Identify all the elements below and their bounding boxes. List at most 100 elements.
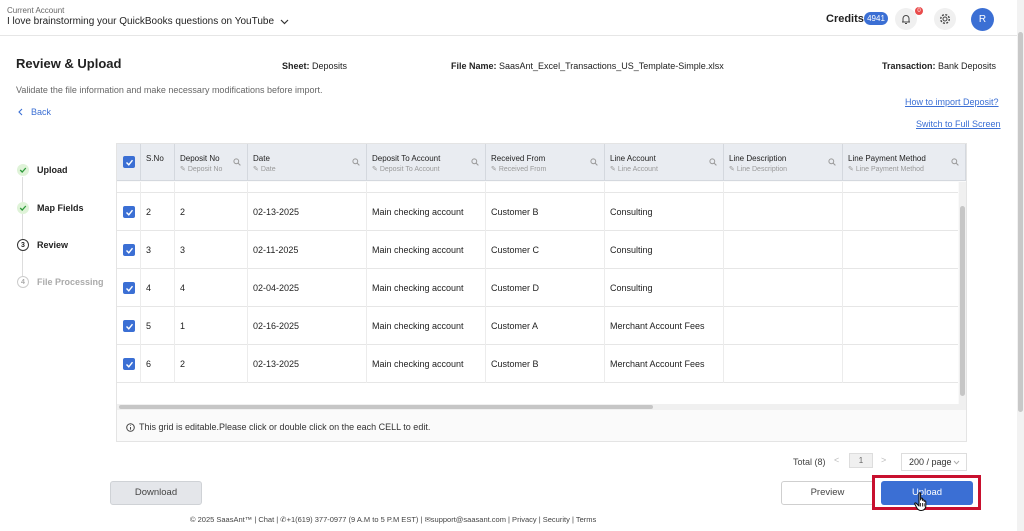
grid-vertical-scrollbar-thumb[interactable] [960, 206, 965, 396]
grid-cell[interactable]: 2 [175, 345, 248, 383]
grid-cell[interactable] [724, 193, 843, 231]
page-size-select[interactable]: 200 / page [901, 453, 967, 471]
search-icon[interactable] [828, 158, 836, 166]
grid-cell[interactable] [724, 345, 843, 383]
column-filter-placeholder[interactable]: ✎ Line Payment Method [848, 165, 965, 173]
grid-cell[interactable]: 1 [175, 182, 248, 193]
grid-cell[interactable] [843, 269, 958, 307]
grid-cell[interactable] [843, 345, 958, 383]
grid-cell[interactable] [724, 182, 843, 193]
grid-cell[interactable]: 6 [141, 345, 175, 383]
grid-cell[interactable] [724, 307, 843, 345]
preview-button[interactable]: Preview [781, 481, 874, 505]
account-selector[interactable]: I love brainstorming your QuickBooks que… [7, 16, 289, 27]
page-scrollbar[interactable] [1017, 0, 1024, 531]
grid-cell[interactable]: Customer D [486, 269, 605, 307]
search-icon[interactable] [233, 158, 241, 166]
grid-cell[interactable]: 5 [141, 307, 175, 345]
column-header[interactable]: S.No [141, 144, 175, 181]
grid-cell[interactable]: Consulting [605, 231, 724, 269]
full-screen-link[interactable]: Switch to Full Screen [916, 119, 1001, 129]
column-filter-placeholder[interactable]: ✎ Deposit To Account [372, 165, 485, 173]
grid-cell[interactable] [843, 193, 958, 231]
grid-cell[interactable] [843, 231, 958, 269]
page-scrollbar-thumb[interactable] [1018, 32, 1023, 412]
row-checkbox[interactable] [123, 206, 135, 218]
grid-cell[interactable]: 4 [175, 269, 248, 307]
grid-cell[interactable]: Customer B [486, 345, 605, 383]
row-checkbox-cell[interactable] [117, 182, 141, 193]
search-icon[interactable] [471, 158, 479, 166]
page-number-button[interactable]: 1 [849, 453, 873, 468]
settings-button[interactable] [934, 8, 956, 30]
row-checkbox-cell[interactable] [117, 345, 141, 383]
grid-cell[interactable]: Consulting [605, 193, 724, 231]
avatar[interactable]: R [971, 8, 994, 31]
grid-cell[interactable]: 3 [175, 231, 248, 269]
grid-cell[interactable]: 02-16-2025 [248, 307, 367, 345]
grid-cell[interactable]: Consulting [605, 269, 724, 307]
row-checkbox-cell[interactable] [117, 269, 141, 307]
grid-cell[interactable]: 1 [175, 307, 248, 345]
column-header[interactable]: Deposit To Account ✎ Deposit To Account [367, 144, 486, 181]
grid-cell[interactable] [843, 307, 958, 345]
grid-horizontal-scrollbar[interactable] [117, 404, 966, 410]
row-checkbox[interactable] [123, 358, 135, 370]
grid-cell[interactable]: 2 [175, 193, 248, 231]
how-to-import-link[interactable]: How to import Deposit? [905, 97, 999, 107]
column-filter-placeholder[interactable]: ✎ Line Account [610, 165, 723, 173]
column-header[interactable]: Line Account ✎ Line Account [605, 144, 724, 181]
grid-cell[interactable]: Consulting [605, 182, 724, 193]
download-button[interactable]: Download [110, 481, 202, 505]
grid-cell[interactable]: 02-04-2025 [248, 269, 367, 307]
grid-cell[interactable]: 02-16-2025 [248, 182, 367, 193]
grid-horizontal-scrollbar-thumb[interactable] [119, 405, 653, 409]
column-filter-placeholder[interactable]: ✎ Deposit No [180, 165, 247, 173]
grid-cell[interactable]: 02-13-2025 [248, 345, 367, 383]
grid-cell[interactable]: 4 [141, 269, 175, 307]
grid-cell[interactable]: Main checking account [367, 307, 486, 345]
row-checkbox-cell[interactable] [117, 231, 141, 269]
row-checkbox-cell[interactable] [117, 307, 141, 345]
grid-cell[interactable]: Main checking account [367, 231, 486, 269]
select-all-checkbox-cell[interactable] [117, 144, 141, 181]
row-checkbox[interactable] [123, 320, 135, 332]
grid-cell[interactable]: Main checking account [367, 345, 486, 383]
prev-page-button[interactable]: < [834, 455, 839, 465]
grid-vertical-scrollbar[interactable] [959, 182, 966, 404]
grid-cell[interactable]: Customer C [486, 231, 605, 269]
column-header[interactable]: Received From ✎ Received From [486, 144, 605, 181]
select-all-checkbox[interactable] [123, 156, 135, 168]
grid-cell[interactable]: Customer B [486, 193, 605, 231]
grid-cell[interactable]: 02-11-2025 [248, 231, 367, 269]
grid-cell[interactable]: 02-13-2025 [248, 193, 367, 231]
grid-cell[interactable] [843, 182, 958, 193]
search-icon[interactable] [352, 158, 360, 166]
notifications-button[interactable] [895, 8, 917, 30]
grid-cell[interactable]: Main checking account [367, 182, 486, 193]
search-icon[interactable] [709, 158, 717, 166]
row-checkbox-cell[interactable] [117, 193, 141, 231]
grid-cell[interactable]: Main checking account [367, 269, 486, 307]
grid-cell[interactable]: Customer A [486, 182, 605, 193]
column-filter-placeholder[interactable]: ✎ Line Description [729, 165, 842, 173]
grid-cell[interactable]: 3 [141, 231, 175, 269]
next-page-button[interactable]: > [881, 455, 886, 465]
column-filter-placeholder[interactable]: ✎ Received From [491, 165, 604, 173]
grid-cell[interactable]: 2 [141, 193, 175, 231]
row-checkbox[interactable] [123, 244, 135, 256]
grid-cell[interactable] [724, 231, 843, 269]
grid-cell[interactable]: 1 [141, 182, 175, 193]
column-filter-placeholder[interactable]: ✎ Date [253, 165, 366, 173]
back-button[interactable]: Back [18, 107, 51, 117]
grid-cell[interactable]: Merchant Account Fees [605, 307, 724, 345]
grid-cell[interactable]: Customer A [486, 307, 605, 345]
grid-cell[interactable]: Main checking account [367, 193, 486, 231]
search-icon[interactable] [590, 158, 598, 166]
row-checkbox[interactable] [123, 282, 135, 294]
grid-cell[interactable] [724, 269, 843, 307]
column-header[interactable]: Line Payment Method ✎ Line Payment Method [843, 144, 966, 181]
column-header[interactable]: Deposit No ✎ Deposit No [175, 144, 248, 181]
column-header[interactable]: Date ✎ Date [248, 144, 367, 181]
grid-cell[interactable]: Merchant Account Fees [605, 345, 724, 383]
